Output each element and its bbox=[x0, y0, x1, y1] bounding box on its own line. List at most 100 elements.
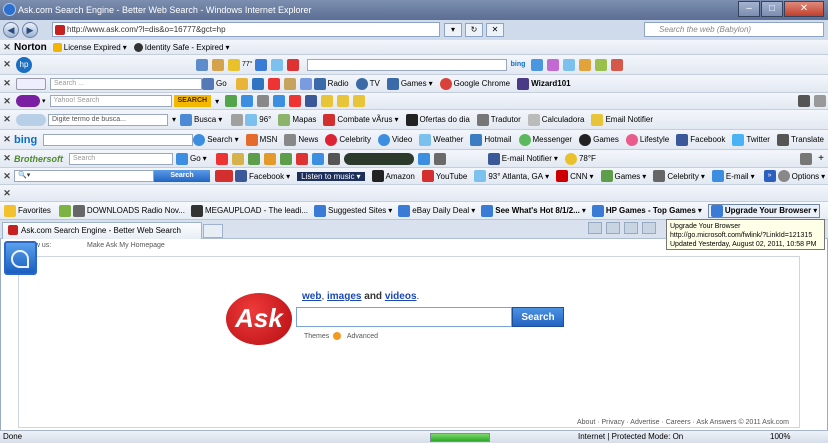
weather-icon[interactable] bbox=[228, 58, 240, 71]
radio-player[interactable] bbox=[343, 152, 414, 165]
brothersoft-go-button[interactable]: Go ▾ bbox=[176, 152, 207, 165]
ask-search-input[interactable] bbox=[296, 307, 512, 327]
home-icon[interactable] bbox=[588, 222, 602, 234]
email-notifier-button[interactable]: E-mail Notifier ▾ bbox=[487, 152, 558, 165]
yahoo-search-input[interactable]: Yahoo! Search bbox=[49, 95, 172, 107]
babylon-search-input[interactable]: Digite termo de busca... bbox=[48, 113, 168, 126]
go-button[interactable]: Go bbox=[202, 77, 227, 90]
bing-logo[interactable]: bing bbox=[507, 59, 530, 71]
app-icon[interactable] bbox=[531, 58, 544, 71]
mail-icon[interactable] bbox=[273, 95, 286, 107]
forward-button[interactable]: ▶ bbox=[22, 22, 38, 38]
app-icon[interactable] bbox=[295, 152, 308, 165]
videos-link[interactable]: videos bbox=[385, 291, 417, 302]
busca-button[interactable]: Busca ▾ bbox=[180, 113, 222, 126]
make-homepage-link[interactable]: Make Ask My Homepage bbox=[87, 242, 165, 249]
stop-icon[interactable]: ✕ bbox=[486, 23, 504, 37]
close-icon[interactable]: ✕ bbox=[0, 59, 14, 70]
tool-icon[interactable] bbox=[231, 113, 244, 126]
favorite-link[interactable]: Suggested Sites ▾ bbox=[314, 204, 392, 217]
favorite-link-upgrade[interactable]: Upgrade Your Browser ▾ bbox=[707, 203, 821, 218]
wrench-icon[interactable] bbox=[800, 152, 813, 165]
favorite-link[interactable]: MEGAUPLOAD - The leadi... bbox=[191, 204, 308, 217]
web-search-input[interactable]: Search the web (Babylon) bbox=[644, 22, 824, 37]
app-icon[interactable] bbox=[212, 58, 224, 71]
refresh-icon[interactable]: ↻ bbox=[465, 23, 483, 37]
close-icon[interactable]: ✕ bbox=[0, 134, 14, 145]
ask-toolbar-search-input[interactable]: 🔍▾ bbox=[14, 170, 154, 182]
weather-button[interactable]: 93° Atlanta, GA ▾ bbox=[474, 170, 549, 182]
footer-links[interactable]: About · Privacy · Advertise · Careers · … bbox=[577, 419, 789, 426]
tv-button[interactable]: TV bbox=[355, 77, 380, 90]
app-icon[interactable] bbox=[235, 77, 248, 90]
app-icon[interactable] bbox=[321, 95, 334, 107]
app-icon[interactable] bbox=[257, 95, 270, 107]
app-icon[interactable] bbox=[279, 152, 292, 165]
more-icon[interactable]: » bbox=[763, 170, 776, 182]
close-icon[interactable]: ✕ bbox=[0, 78, 14, 89]
close-icon[interactable]: ✕ bbox=[0, 188, 14, 199]
brothersoft-search-input[interactable]: Search bbox=[69, 152, 173, 165]
wizard-button[interactable]: Wizard101 bbox=[517, 77, 571, 90]
bing-search-button[interactable]: Search ▾ bbox=[193, 133, 239, 146]
app-icon[interactable] bbox=[270, 58, 283, 71]
weather-button[interactable]: Weather bbox=[419, 133, 463, 146]
favorites-button[interactable]: Favorites bbox=[4, 204, 51, 217]
feeds-icon[interactable] bbox=[606, 222, 620, 234]
favorite-link[interactable]: eBay Daily Deal ▾ bbox=[398, 204, 475, 217]
cnn-button[interactable]: CNN ▾ bbox=[556, 170, 594, 182]
identity-menu[interactable]: Identity Safe - Expired ▾ bbox=[133, 42, 229, 52]
app-icon[interactable] bbox=[579, 58, 592, 71]
calc-button[interactable]: Calculadora bbox=[527, 113, 584, 126]
yahoo-search-button[interactable]: SEARCH bbox=[173, 95, 212, 107]
close-button[interactable]: ✕ bbox=[784, 1, 824, 17]
app-icon[interactable] bbox=[251, 77, 264, 90]
app-icon[interactable] bbox=[267, 77, 280, 90]
celebrity-button[interactable]: Celebrity bbox=[325, 133, 371, 146]
app-icon[interactable] bbox=[611, 58, 624, 71]
amazon-button[interactable]: Amazon bbox=[371, 170, 415, 182]
app-icon[interactable] bbox=[263, 152, 276, 165]
print-icon[interactable] bbox=[642, 222, 656, 234]
wifi-widget[interactable] bbox=[4, 241, 37, 275]
ofertas-button[interactable]: Ofertas do dia bbox=[405, 113, 470, 126]
ask-search-button[interactable]: Search bbox=[512, 307, 564, 327]
messenger-button[interactable]: Messenger bbox=[518, 133, 572, 146]
back-button[interactable]: ◀ bbox=[3, 22, 19, 38]
app-icon[interactable] bbox=[327, 152, 340, 165]
games-button[interactable]: Games ▾ bbox=[600, 170, 646, 182]
msn-button[interactable]: MSN bbox=[245, 133, 277, 146]
bing-search-input[interactable] bbox=[43, 133, 194, 146]
new-tab-button[interactable] bbox=[203, 224, 223, 238]
hp-search-input[interactable] bbox=[306, 58, 507, 71]
app-icon[interactable] bbox=[196, 58, 208, 71]
youtube-button[interactable]: YouTube bbox=[421, 170, 467, 182]
themes-link[interactable]: Themes bbox=[304, 333, 329, 340]
options-button[interactable]: Options ▾ bbox=[777, 170, 825, 182]
url-input[interactable]: http://www.ask.com/?l=dis&o=16777&gct=hp bbox=[52, 22, 440, 37]
ask-toolbar-search-button[interactable]: Search bbox=[154, 170, 210, 182]
dropdown-icon[interactable]: ▾ bbox=[444, 23, 462, 37]
email-notifier-button[interactable]: Email Notifier bbox=[591, 113, 653, 126]
app-icon[interactable] bbox=[547, 58, 560, 71]
app-icon[interactable] bbox=[247, 152, 260, 165]
app-icon[interactable] bbox=[595, 58, 608, 71]
app-icon[interactable] bbox=[289, 95, 302, 107]
radio-button[interactable]: Radio bbox=[313, 77, 349, 90]
app-icon[interactable] bbox=[215, 152, 228, 165]
app-icon[interactable] bbox=[283, 77, 296, 90]
app-icon[interactable] bbox=[231, 152, 244, 165]
maximize-button[interactable]: □ bbox=[761, 1, 783, 17]
translate-button[interactable]: Translate bbox=[776, 133, 824, 146]
email-button[interactable]: E-mail ▾ bbox=[711, 170, 755, 182]
close-icon[interactable]: ✕ bbox=[0, 42, 14, 53]
close-icon[interactable]: ✕ bbox=[0, 114, 14, 125]
web-link[interactable]: web bbox=[302, 291, 321, 302]
app-icon[interactable] bbox=[286, 58, 299, 71]
music-player[interactable]: Listen to music ▾ bbox=[297, 171, 365, 181]
close-icon[interactable]: ✕ bbox=[0, 96, 14, 107]
lifestyle-button[interactable]: Lifestyle bbox=[625, 133, 669, 146]
hotmail-button[interactable]: Hotmail bbox=[470, 133, 512, 146]
tradutor-button[interactable]: Tradutor bbox=[476, 113, 521, 126]
security-zone[interactable]: Internet | Protected Mode: On bbox=[578, 432, 683, 441]
